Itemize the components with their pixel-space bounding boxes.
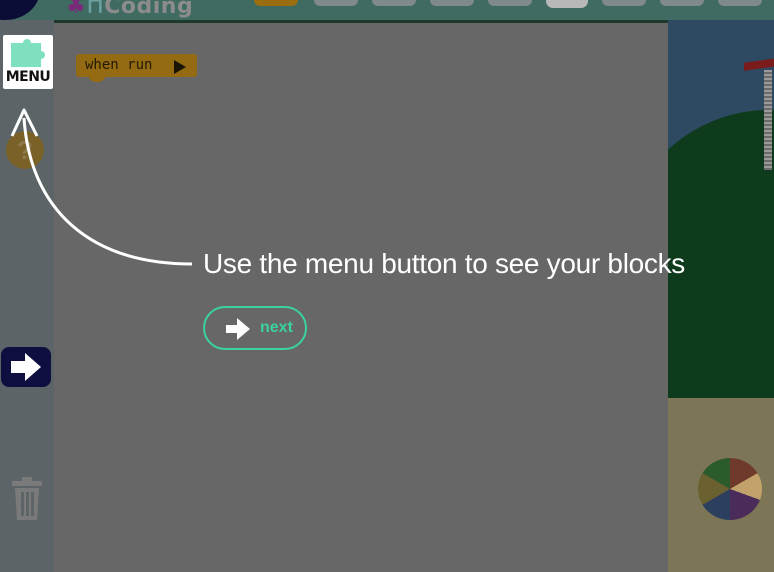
play-icon — [174, 60, 186, 74]
stage-preview[interactable] — [668, 20, 774, 572]
brand-text: Coding — [104, 0, 194, 19]
next-label: next — [260, 319, 293, 336]
block-label: when run — [85, 57, 153, 73]
next-button[interactable]: next — [203, 306, 307, 350]
beach-ball — [698, 458, 762, 520]
tab-9[interactable] — [718, 0, 762, 6]
help-button[interactable]: ? — [6, 131, 44, 169]
menu-label: MENU — [5, 69, 51, 85]
app-logo[interactable] — [0, 0, 40, 20]
run-button[interactable] — [1, 347, 51, 387]
menu-button[interactable]: MENU — [3, 35, 53, 89]
roof — [744, 57, 774, 71]
puzzle-icon — [11, 39, 45, 67]
character-icon: ♣ — [66, 0, 87, 19]
pin-icon: ⊓ — [86, 0, 105, 19]
question-icon: ? — [17, 135, 33, 165]
arrow-right-icon — [11, 353, 41, 381]
tower — [764, 70, 772, 170]
top-bar: ♣⊓Coding — [0, 0, 774, 20]
code-workspace[interactable] — [54, 23, 668, 572]
tab-3[interactable] — [372, 0, 416, 6]
arrow-right-icon — [226, 318, 250, 340]
tab-5[interactable] — [488, 0, 532, 6]
app-title: ♣⊓Coding — [66, 0, 193, 19]
trash-icon[interactable] — [10, 477, 44, 521]
tab-code[interactable] — [254, 0, 298, 6]
tab-2[interactable] — [314, 0, 358, 6]
tab-8[interactable] — [660, 0, 704, 6]
tab-7[interactable] — [602, 0, 646, 6]
cloud-tab[interactable] — [546, 0, 588, 8]
tab-4[interactable] — [430, 0, 474, 6]
tutorial-caption: Use the menu button to see your blocks — [203, 248, 685, 279]
